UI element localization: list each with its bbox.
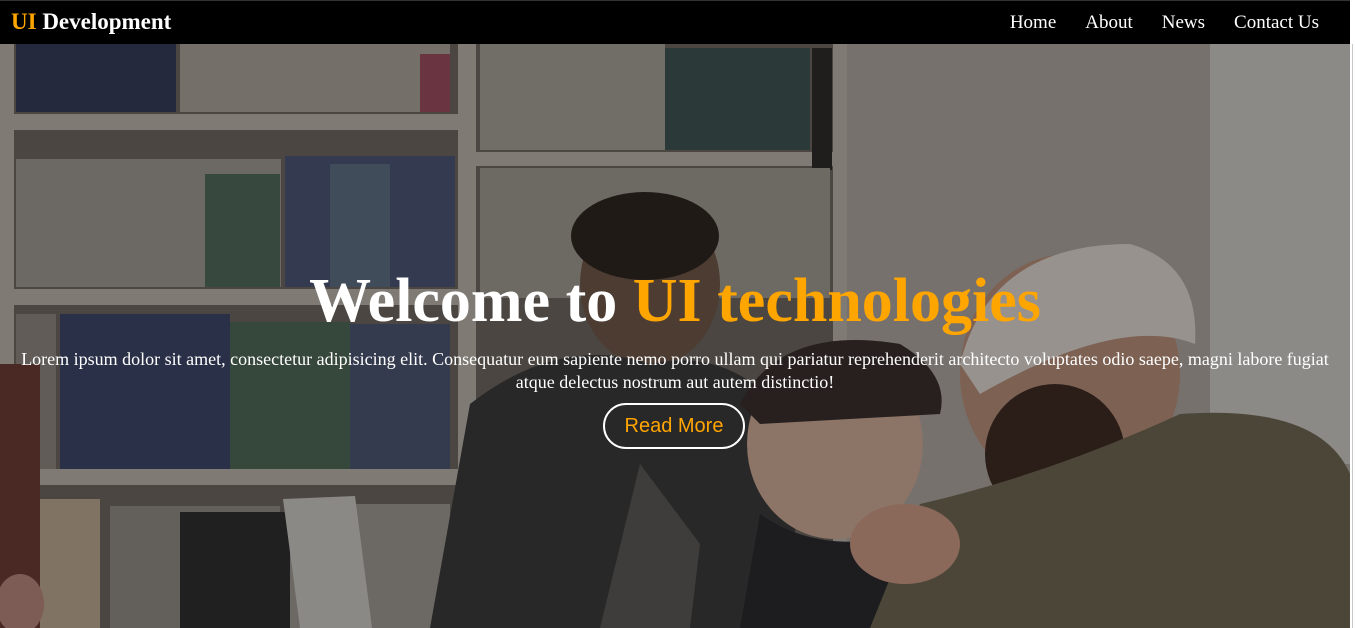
read-more-button[interactable]: Read More (603, 403, 745, 449)
brand-accent: UI (11, 9, 37, 34)
nav-link-home[interactable]: Home (1010, 11, 1056, 35)
hero-section: Welcome to UI technologies Lorem ipsum d… (0, 44, 1350, 628)
scrollbar-gutter (1350, 0, 1355, 628)
nav-link-about[interactable]: About (1085, 11, 1133, 35)
headline-prefix: Welcome to (309, 267, 633, 335)
nav-link-news[interactable]: News (1162, 11, 1205, 35)
brand-text: Development (36, 9, 172, 34)
navbar: UI Development Home About News Contact U… (0, 0, 1350, 44)
nav-link-contact-us[interactable]: Contact Us (1234, 11, 1319, 35)
page: UI Development Home About News Contact U… (0, 0, 1355, 628)
headline-accent: UI technologies (632, 267, 1041, 335)
nav-menu: Home About News Contact Us (981, 11, 1319, 35)
hero-intro-text: Lorem ipsum dolor sit amet, consectetur … (21, 349, 1329, 392)
hero-headline: Welcome to UI technologies (0, 265, 1350, 337)
brand-logo[interactable]: UI Development (11, 9, 171, 35)
